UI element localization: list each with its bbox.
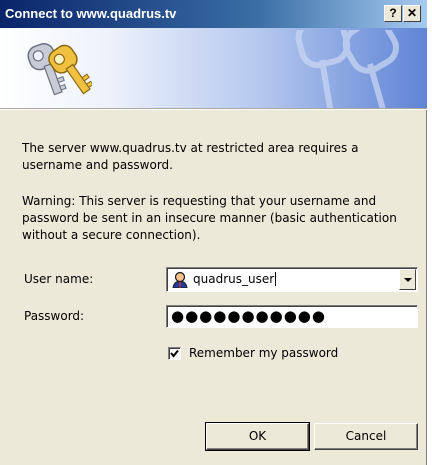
window-title: Connect to www.quadrus.tv: [5, 6, 177, 21]
user-icon: [172, 271, 188, 288]
separator: [0, 108, 427, 110]
remember-password-label[interactable]: Remember my password: [189, 346, 338, 360]
close-icon: ✕: [406, 6, 418, 20]
credentials-dialog: Connect to www.quadrus.tv ? ✕ The server…: [0, 0, 427, 465]
cancel-button[interactable]: Cancel: [314, 423, 418, 450]
keys-icon: [27, 43, 92, 96]
username-value: quadrus_user: [193, 272, 277, 286]
close-button[interactable]: ✕: [403, 5, 421, 22]
password-field[interactable]: ●●●●●●●●●●●: [166, 305, 418, 328]
title-bar: Connect to www.quadrus.tv ? ✕: [0, 0, 427, 28]
security-warning: Warning: This server is requesting that …: [22, 194, 397, 242]
chevron-down-icon: [404, 278, 412, 282]
password-value: ●●●●●●●●●●●: [171, 307, 326, 325]
help-button[interactable]: ?: [384, 5, 402, 22]
password-label: Password:: [24, 309, 85, 323]
remember-password-checkbox[interactable]: [168, 347, 181, 360]
server-message: The server www.quadrus.tv at restricted …: [22, 141, 359, 172]
username-dropdown-button[interactable]: [399, 269, 416, 290]
username-label: User name:: [24, 272, 94, 286]
ok-button[interactable]: OK: [205, 422, 310, 451]
username-combobox[interactable]: quadrus_user: [166, 267, 418, 292]
checkmark-icon: [170, 349, 179, 358]
keys-watermark-icon: [295, 30, 399, 108]
banner: [0, 28, 427, 108]
